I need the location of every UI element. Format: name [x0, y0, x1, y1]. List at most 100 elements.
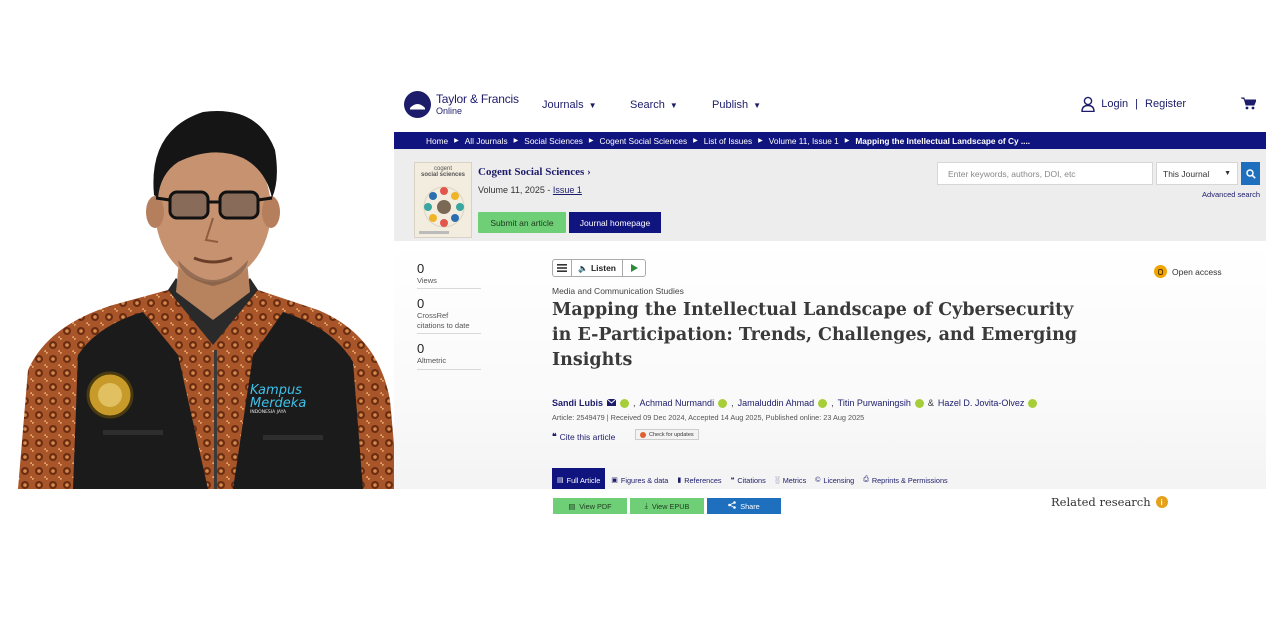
image-icon: ▣ [611, 477, 618, 484]
tab-reprints[interactable]: ⎙ Reprints & Permissions [863, 476, 947, 485]
portrait-photo: Kampus Merdeka INDONESIA JAYA [18, 100, 398, 489]
vest-logo-line3: INDONESIA JAYA [250, 410, 287, 415]
breadcrumb: Home ▶ All Journals ▶ Social Sciences ▶ … [394, 132, 1266, 149]
metric-value: 0 [417, 296, 425, 312]
metric-label: Altmetric [417, 356, 447, 366]
breadcrumb-arrow-icon: ▶ [454, 138, 459, 144]
document-icon: ▤ [557, 477, 564, 484]
nav-publish[interactable]: Publish ▼ [712, 99, 761, 111]
tab-label: Citations [737, 475, 766, 485]
cart-icon[interactable] [1241, 97, 1257, 115]
journal-name-link[interactable]: Cogent Social Sciences › [478, 166, 591, 178]
breadcrumb-all-journals[interactable]: All Journals [465, 136, 508, 146]
orcid-icon[interactable] [718, 398, 728, 408]
author-link[interactable]: Jamaluddin Ahmad [738, 398, 815, 408]
tab-licensing[interactable]: © Licensing [815, 476, 854, 485]
search-scope-select[interactable]: This Journal ▼ [1156, 162, 1238, 185]
author-link[interactable]: Achmad Nurmandi [640, 398, 715, 408]
tab-references[interactable]: ▮ References [677, 476, 721, 485]
article-title-line1: Mapping the Intellectual Landscape of Cy… [552, 300, 1074, 320]
quote-icon: ❝ [730, 477, 735, 484]
orcid-icon[interactable] [1028, 398, 1038, 408]
metric-crossref: 0 CrossRef citations to date [417, 296, 481, 335]
share-icon [728, 501, 737, 511]
journal-cover-image[interactable]: cogent social sciences [414, 162, 472, 238]
view-epub-button[interactable]: ⤓ View EPUB [630, 498, 704, 514]
chevron-down-icon: ▼ [753, 100, 761, 110]
open-access-label: Open access [1172, 266, 1222, 277]
orcid-icon[interactable] [914, 398, 924, 408]
copyright-icon: © [815, 476, 821, 484]
email-icon[interactable] [606, 398, 617, 408]
print-icon: ⎙ [863, 476, 869, 483]
search-button[interactable] [1241, 162, 1260, 185]
breadcrumb-home[interactable]: Home [426, 136, 448, 146]
search-scope-value: This Journal [1163, 168, 1210, 179]
author-ampersand: & [927, 398, 934, 408]
orcid-icon[interactable] [818, 398, 828, 408]
listen-button[interactable]: 🔈 Listen [572, 260, 623, 276]
breadcrumb-issue[interactable]: Volume 11, Issue 1 [769, 136, 839, 146]
info-icon: i [1155, 496, 1168, 508]
advanced-search-link[interactable]: Advanced search [1202, 190, 1260, 199]
breadcrumb-journal[interactable]: Cogent Social Sciences [599, 136, 687, 146]
login-separator: | [1135, 98, 1139, 110]
breadcrumb-arrow-icon: ▶ [844, 138, 850, 144]
listen-player: 🔈 Listen [552, 259, 646, 277]
issue-link[interactable]: Issue 1 [553, 185, 582, 195]
open-access-icon [1154, 265, 1167, 278]
breadcrumb-social-sciences[interactable]: Social Sciences [524, 136, 583, 146]
author-separator: , [831, 398, 834, 408]
open-access-badge: Open access [1154, 265, 1222, 278]
nav-journals-label: Journals [542, 99, 584, 111]
orcid-icon[interactable] [620, 398, 630, 408]
breadcrumb-current: Mapping the Intellectual Landscape of Cy… [855, 135, 1031, 146]
journal-volume-text: Volume 11, 2025 - [478, 185, 553, 195]
tab-citations[interactable]: ❝ Citations [731, 476, 766, 485]
view-pdf-button[interactable]: ▤ View PDF [553, 498, 627, 514]
metric-value: 0 [417, 261, 425, 276]
metric-value: 0 [417, 341, 425, 357]
author-link[interactable]: Hazel D. Jovita-Olvez [938, 398, 1025, 408]
logo-mark-icon [404, 91, 431, 118]
submit-article-button[interactable]: Submit an article [478, 212, 566, 233]
menu-icon[interactable] [553, 260, 572, 276]
top-navigation: Taylor & Francis Online Journals ▼ Searc… [394, 84, 1266, 130]
author-separator: , [731, 398, 734, 408]
tab-label: Licensing [823, 475, 855, 485]
related-research[interactable]: Related research i [1051, 495, 1168, 509]
tab-label: Figures & data [620, 475, 669, 485]
share-label: Share [740, 501, 760, 511]
article-dates: Article: 2549479 | Received 09 Dec 2024,… [552, 413, 865, 422]
user-icon[interactable] [1081, 96, 1095, 112]
breadcrumb-list-of-issues[interactable]: List of Issues [704, 136, 752, 146]
article-content: 0 Views 0 CrossRef citations to date 0 A… [394, 241, 1266, 520]
register-link[interactable]: Register [1145, 98, 1186, 110]
journal-homepage-button[interactable]: Journal homepage [569, 212, 661, 233]
crossmark-icon [640, 431, 646, 438]
nav-search-label: Search [630, 99, 665, 111]
search-input[interactable]: Enter keywords, authors, DOI, etc [937, 162, 1153, 185]
article-title-line2: in E-Participation: Trends, Challenges, … [552, 325, 1078, 345]
website-screenshot: Taylor & Francis Online Journals ▼ Searc… [394, 84, 1266, 520]
tab-figures[interactable]: ▣ Figures & data [611, 476, 668, 485]
taylor-francis-logo[interactable]: Taylor & Francis Online [404, 91, 519, 118]
breadcrumb-arrow-icon: ▶ [513, 138, 519, 144]
tab-metrics[interactable]: ░ Metrics [775, 476, 806, 485]
cite-article-link[interactable]: ❝ Cite this article [552, 431, 615, 442]
nav-journals[interactable]: Journals ▼ [542, 99, 597, 111]
nav-search[interactable]: Search ▼ [630, 99, 678, 111]
related-research-label: Related research [1051, 495, 1151, 509]
play-icon[interactable] [623, 260, 645, 276]
share-button[interactable]: Share [707, 498, 781, 514]
cite-label: Cite this article [559, 431, 616, 442]
tab-label: Full Article [566, 475, 601, 485]
logo-text-line1: Taylor & Francis [436, 92, 519, 106]
author-link[interactable]: Sandi Lubis [552, 398, 603, 408]
author-link[interactable]: Titin Purwaningsih [838, 398, 911, 408]
author-list: Sandi Lubis , Achmad Nurmandi , Jamaludd… [552, 398, 1041, 408]
view-pdf-label: View PDF [579, 501, 612, 511]
login-link[interactable]: Login [1101, 98, 1128, 110]
metric-label: Views [417, 276, 437, 285]
check-updates-button[interactable]: Check for updates [635, 429, 699, 440]
